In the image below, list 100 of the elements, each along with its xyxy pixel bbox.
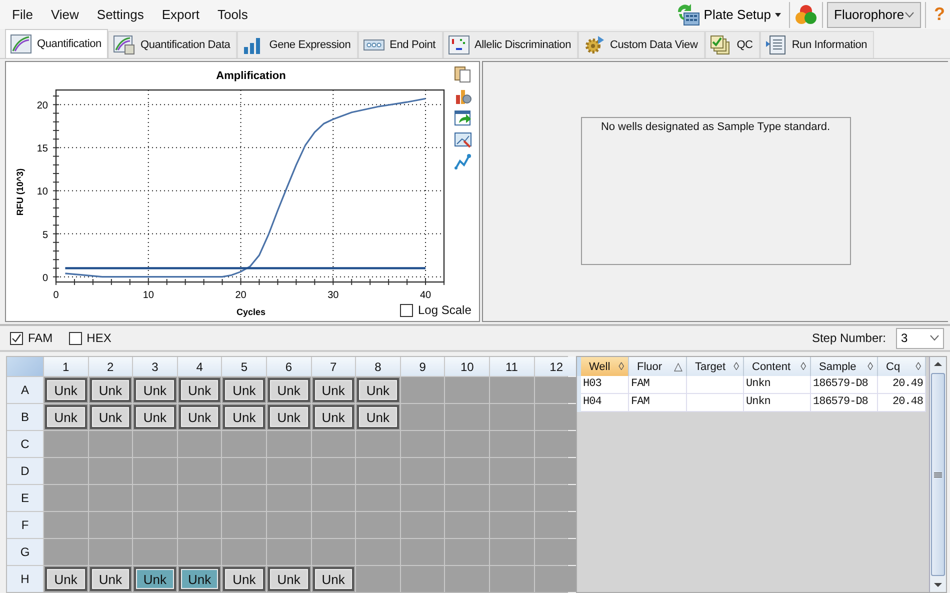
chevron-down-icon <box>930 335 939 342</box>
well[interactable]: Unk <box>223 567 265 591</box>
zoom-chart-icon[interactable] <box>454 131 472 150</box>
step-number-select[interactable]: 3 <box>896 328 944 349</box>
column-header[interactable]: 1 <box>44 357 88 376</box>
tab[interactable]: Quantification Data <box>108 31 238 58</box>
menu-item[interactable]: Settings <box>96 7 144 22</box>
tab-icon <box>448 35 470 56</box>
row-header[interactable]: D <box>7 458 43 484</box>
well[interactable]: Unk <box>178 405 220 429</box>
tab[interactable]: Allelic Discrimination <box>442 31 578 58</box>
tab-icon <box>710 35 732 56</box>
tab-icon <box>113 35 136 56</box>
copy-icon[interactable] <box>454 65 472 84</box>
column-header[interactable]: 8 <box>356 357 400 376</box>
x-tick-label: 40 <box>420 290 432 302</box>
dropdown-arrow-icon <box>775 12 781 17</box>
column-header[interactable]: 12 <box>534 357 578 376</box>
tab[interactable]: Gene Expression <box>237 31 358 58</box>
tab[interactable]: End Point <box>358 31 443 58</box>
column-header[interactable]: Target ◊ <box>687 357 744 376</box>
well[interactable]: Unk <box>90 405 132 429</box>
step-number-label: Step Number: <box>812 331 886 346</box>
view-select[interactable]: Fluorophore <box>827 2 921 28</box>
column-header[interactable]: 10 <box>445 357 489 376</box>
menu-item[interactable]: Tools <box>217 7 248 22</box>
column-header[interactable]: 5 <box>222 357 266 376</box>
empty-message: No wells designated as Sample Type standard. <box>600 121 830 134</box>
row-header[interactable]: E <box>7 485 43 511</box>
checkbox-label[interactable]: FAM <box>28 331 53 346</box>
column-header[interactable]: 6 <box>266 357 311 376</box>
well[interactable]: Unk <box>223 378 265 402</box>
table-cell: H04 <box>581 394 629 412</box>
tab[interactable]: QC <box>704 31 760 58</box>
x-axis-title: Cycles <box>236 307 266 318</box>
menu-item[interactable]: Export <box>162 7 200 22</box>
checkbox[interactable] <box>10 332 23 345</box>
chevron-down-icon <box>905 12 914 18</box>
checkmark-icon <box>11 332 22 344</box>
menu-item[interactable]: File <box>12 7 33 22</box>
tab[interactable]: Custom Data View <box>578 31 705 58</box>
well[interactable]: Unk <box>268 378 310 402</box>
well[interactable]: Unk <box>90 567 132 591</box>
column-header[interactable]: 9 <box>400 357 444 376</box>
checkbox[interactable] <box>68 332 82 345</box>
table-cell: H03 <box>581 376 629 394</box>
column-header[interactable]: Well ◊ <box>581 357 629 376</box>
plate-refresh-icon <box>676 2 700 27</box>
well[interactable]: Unk <box>268 567 310 591</box>
row-header[interactable]: G <box>7 539 43 565</box>
row-header[interactable]: H <box>7 566 43 592</box>
column-header[interactable]: Fluor △ <box>629 357 687 376</box>
export-icon[interactable] <box>454 109 472 128</box>
chart-settings-icon[interactable] <box>454 87 472 106</box>
well[interactable]: Unk <box>134 405 176 429</box>
row-header[interactable]: C <box>7 431 43 457</box>
well[interactable]: Unk <box>134 567 176 591</box>
well[interactable]: Unk <box>312 378 354 402</box>
checkbox-label[interactable]: Log Scale <box>418 303 472 318</box>
row-header[interactable]: B <box>7 404 43 430</box>
row-header[interactable]: A <box>7 377 43 403</box>
plate-setup-button[interactable]: Plate Setup <box>672 2 785 27</box>
column-header[interactable]: 2 <box>88 357 132 376</box>
well[interactable]: Unk <box>178 378 220 402</box>
column-header[interactable]: Sample ◊ <box>811 357 878 376</box>
well[interactable]: Unk <box>178 567 220 591</box>
row-header[interactable]: F <box>7 512 43 538</box>
tab-icon <box>764 35 787 56</box>
scrollbar[interactable] <box>929 357 946 592</box>
y-tick-label: 20 <box>36 100 48 112</box>
line-chart-icon[interactable] <box>454 153 472 172</box>
colored-circles-icon[interactable] <box>794 2 818 27</box>
well[interactable]: Unk <box>312 405 354 429</box>
column-header[interactable]: Cq ◊ <box>878 357 926 376</box>
well[interactable]: Unk <box>45 378 87 402</box>
column-header[interactable]: 7 <box>312 357 356 376</box>
checkbox-label[interactable]: HEX <box>86 331 112 346</box>
well[interactable]: Unk <box>134 378 176 402</box>
column-header[interactable]: 11 <box>490 357 534 376</box>
well[interactable]: Unk <box>45 405 87 429</box>
column-header[interactable]: Content ◊ <box>744 357 811 376</box>
well[interactable]: Unk <box>357 378 399 402</box>
y-axis-title: RFU (10^3) <box>15 168 25 216</box>
y-tick-label: 10 <box>36 186 48 198</box>
well[interactable]: Unk <box>45 567 87 591</box>
tab[interactable]: Quantification <box>5 29 108 58</box>
well[interactable]: Unk <box>90 378 132 402</box>
column-header[interactable]: 4 <box>178 357 222 376</box>
well[interactable]: Unk <box>312 567 354 591</box>
checkbox[interactable] <box>400 304 413 317</box>
x-tick-label: 0 <box>53 290 59 302</box>
menu-item[interactable]: View <box>50 7 79 22</box>
column-header[interactable]: 3 <box>133 357 177 376</box>
tab[interactable]: Run Information <box>760 31 874 58</box>
table-cell: 20.49 <box>878 376 926 394</box>
well[interactable]: Unk <box>268 405 310 429</box>
y-tick-label: 5 <box>42 230 48 241</box>
well[interactable]: Unk <box>357 405 399 429</box>
table-cell: 186579-D8 <box>811 394 878 412</box>
well[interactable]: Unk <box>223 405 265 429</box>
